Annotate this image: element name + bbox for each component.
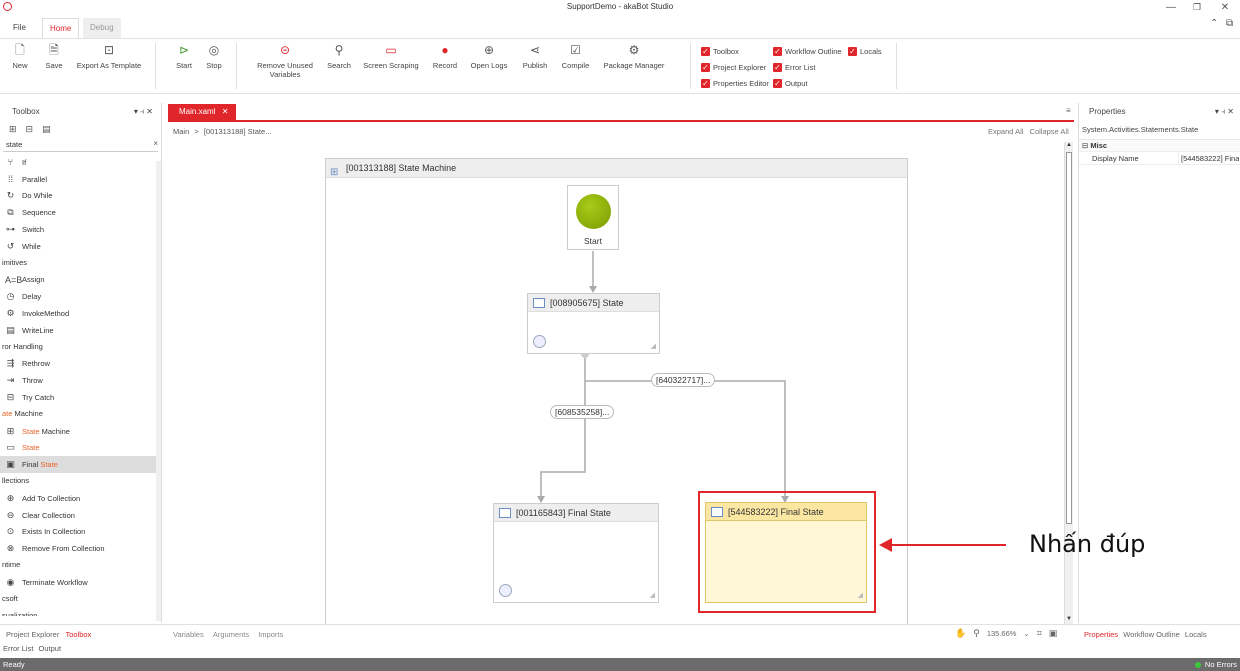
zoom-controls: ✋ ⚲ 135.66% ⌄ ⌗ ▣ bbox=[955, 628, 1057, 639]
left-bottom-tabs: Project Explorer Toolbox bbox=[6, 630, 91, 639]
tab-imports[interactable]: Imports bbox=[258, 630, 283, 639]
annotation-arrowhead bbox=[879, 538, 892, 552]
properties-panel: Properties ▾ ⫞ ✕ System.Activities.State… bbox=[1078, 103, 1240, 623]
collapse-category-icon[interactable]: ⊟ bbox=[1082, 141, 1088, 150]
final-state-001165843[interactable]: [001165843] Final State ◢ bbox=[493, 503, 659, 603]
final-state-header: [544583222] Final State bbox=[706, 503, 866, 521]
error-status[interactable]: No Errors bbox=[1194, 658, 1237, 671]
designer-bottom-tabs: Variables Arguments Imports bbox=[173, 630, 283, 639]
properties-header: Properties ▾ ⫞ ✕ bbox=[1079, 103, 1240, 121]
state-icon bbox=[533, 298, 545, 308]
overview-icon[interactable]: ▣ bbox=[1049, 628, 1058, 639]
tab-workflow-outline[interactable]: Workflow Outline bbox=[1123, 630, 1180, 639]
tab-project-explorer[interactable]: Project Explorer bbox=[6, 630, 59, 639]
resize-grip-icon: ◢ bbox=[857, 592, 863, 599]
transition-label-640322717[interactable]: [640322717]... bbox=[651, 373, 716, 387]
final-state-icon bbox=[711, 507, 723, 517]
zoom-level[interactable]: 135.66% bbox=[987, 629, 1017, 638]
status-bar: Ready No Errors bbox=[0, 658, 1240, 671]
tab-output[interactable]: Output bbox=[39, 644, 62, 653]
fit-to-screen-icon[interactable]: ⌗ bbox=[1037, 628, 1042, 639]
arrowhead bbox=[537, 496, 545, 503]
state-008905675[interactable]: [008905675] State ◢ bbox=[527, 293, 660, 354]
zoom-icon[interactable]: ⚲ bbox=[973, 628, 980, 639]
tab-error-list[interactable]: Error List bbox=[3, 644, 33, 653]
state-header: [008905675] State bbox=[528, 294, 659, 312]
property-row-display-name[interactable]: Display Name [544583222] Fina bbox=[1079, 151, 1240, 165]
resize-grip-icon: ◢ bbox=[649, 592, 655, 599]
tab-arguments[interactable]: Arguments bbox=[213, 630, 249, 639]
transition-to-final2 bbox=[585, 380, 786, 496]
resize-grip-icon: ◢ bbox=[650, 343, 656, 350]
display-name-value[interactable]: [544583222] Fina bbox=[1179, 152, 1239, 164]
transition-label-608535258[interactable]: [608535258]... bbox=[550, 405, 615, 419]
tab-toolbox[interactable]: Toolbox bbox=[65, 630, 91, 639]
output-tabs: Error List Output bbox=[3, 644, 61, 653]
bottom-area: Project Explorer Toolbox Variables Argum… bbox=[0, 624, 1240, 658]
status-ok-icon bbox=[1194, 661, 1201, 668]
entry-action-icon bbox=[533, 335, 546, 348]
chevron-down-icon[interactable]: ⌄ bbox=[1023, 629, 1029, 638]
pan-icon[interactable]: ✋ bbox=[955, 628, 966, 639]
arrowhead bbox=[589, 286, 597, 293]
transition-to-final1 bbox=[540, 354, 586, 496]
pin-icon[interactable]: ▾ ⫞ ✕ bbox=[1215, 103, 1234, 121]
status-text: Ready bbox=[3, 660, 25, 669]
tab-properties[interactable]: Properties bbox=[1084, 630, 1118, 639]
final-state-icon bbox=[499, 508, 511, 518]
final-state-header: [001165843] Final State bbox=[494, 504, 658, 522]
properties-category[interactable]: ⊟ Misc bbox=[1079, 139, 1240, 151]
properties-type: System.Activities.Statements.State bbox=[1082, 125, 1199, 134]
tab-locals[interactable]: Locals bbox=[1185, 630, 1207, 639]
tab-variables[interactable]: Variables bbox=[173, 630, 204, 639]
entry-action-icon bbox=[499, 584, 512, 597]
final-state-544583222[interactable]: [544583222] Final State ◢ bbox=[705, 502, 867, 603]
right-bottom-tabs: Properties Workflow Outline Locals bbox=[1084, 630, 1207, 639]
